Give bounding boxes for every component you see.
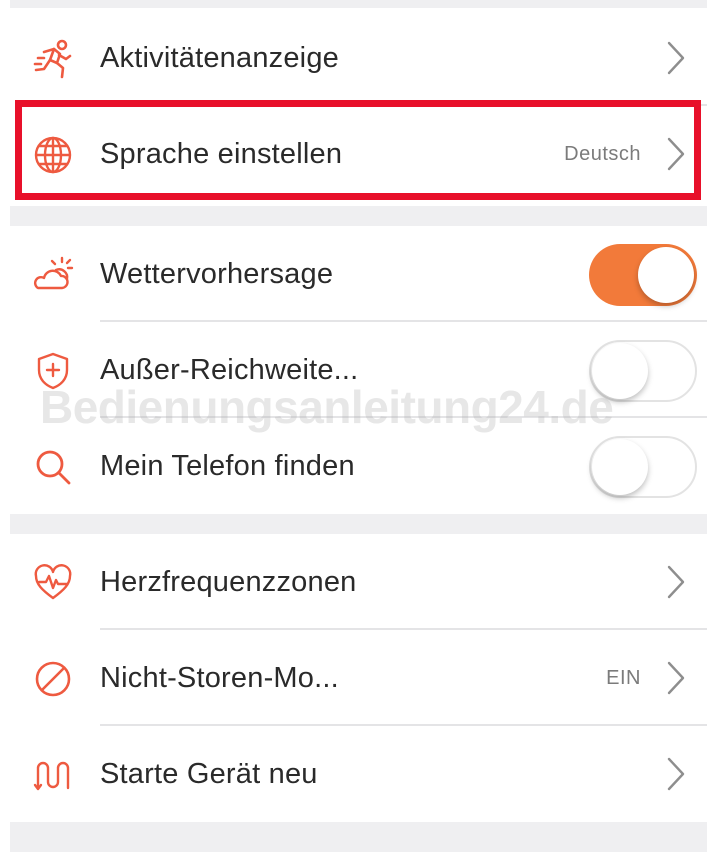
settings-row-out-of-range[interactable]: Außer-Reichweite... (10, 322, 707, 418)
heart-rate-icon (32, 562, 74, 604)
shield-plus-icon (32, 350, 74, 392)
settings-row-label: Aktivitätenanzeige (100, 42, 339, 74)
settings-row-restart-device[interactable]: Starte Gerät neu (10, 726, 707, 822)
settings-row-language[interactable]: Sprache einstellen Deutsch (10, 106, 707, 202)
settings-row-label: Wettervorhersage (100, 258, 334, 290)
section-divider (10, 514, 707, 534)
settings-row-label: Mein Telefon finden (100, 450, 355, 482)
settings-row-label: Außer-Reichweite... (100, 354, 359, 386)
settings-page: Aktivitätenanzeige Sprache einstellen De… (0, 0, 707, 852)
running-person-icon (32, 38, 74, 80)
toggle-knob (638, 247, 694, 303)
chevron-right-icon (663, 136, 689, 172)
weather-cloud-sun-icon (32, 254, 74, 296)
chevron-right-icon (663, 40, 689, 76)
search-icon (32, 446, 74, 488)
section-top-divider (10, 0, 707, 8)
restart-icon (32, 754, 74, 796)
do-not-disturb-icon (32, 658, 74, 700)
chevron-right-icon (663, 756, 689, 792)
settings-row-label: Herzfrequenzzonen (100, 566, 357, 598)
toggle-knob (592, 439, 648, 495)
settings-row-label: Sprache einstellen (100, 138, 343, 170)
chevron-right-icon (663, 564, 689, 600)
language-value: Deutsch (564, 143, 641, 165)
settings-row-find-phone[interactable]: Mein Telefon finden (10, 418, 707, 514)
section-divider (10, 206, 707, 226)
weather-toggle[interactable] (589, 244, 697, 306)
settings-row-heart-rate-zones[interactable]: Herzfrequenzzonen (10, 534, 707, 630)
chevron-right-icon (663, 660, 689, 696)
settings-row-do-not-disturb[interactable]: Nicht-Storen-Mo... EIN (10, 630, 707, 726)
out-of-range-toggle[interactable] (589, 340, 697, 402)
toggle-knob (592, 343, 648, 399)
globe-icon (32, 134, 74, 176)
do-not-disturb-value: EIN (606, 667, 641, 689)
settings-row-activity[interactable]: Aktivitätenanzeige (10, 10, 707, 106)
section-divider (10, 822, 707, 852)
find-phone-toggle[interactable] (589, 436, 697, 498)
settings-row-label: Nicht-Storen-Mo... (100, 662, 339, 694)
settings-row-label: Starte Gerät neu (100, 758, 318, 790)
settings-row-weather[interactable]: Wettervorhersage (10, 226, 707, 322)
